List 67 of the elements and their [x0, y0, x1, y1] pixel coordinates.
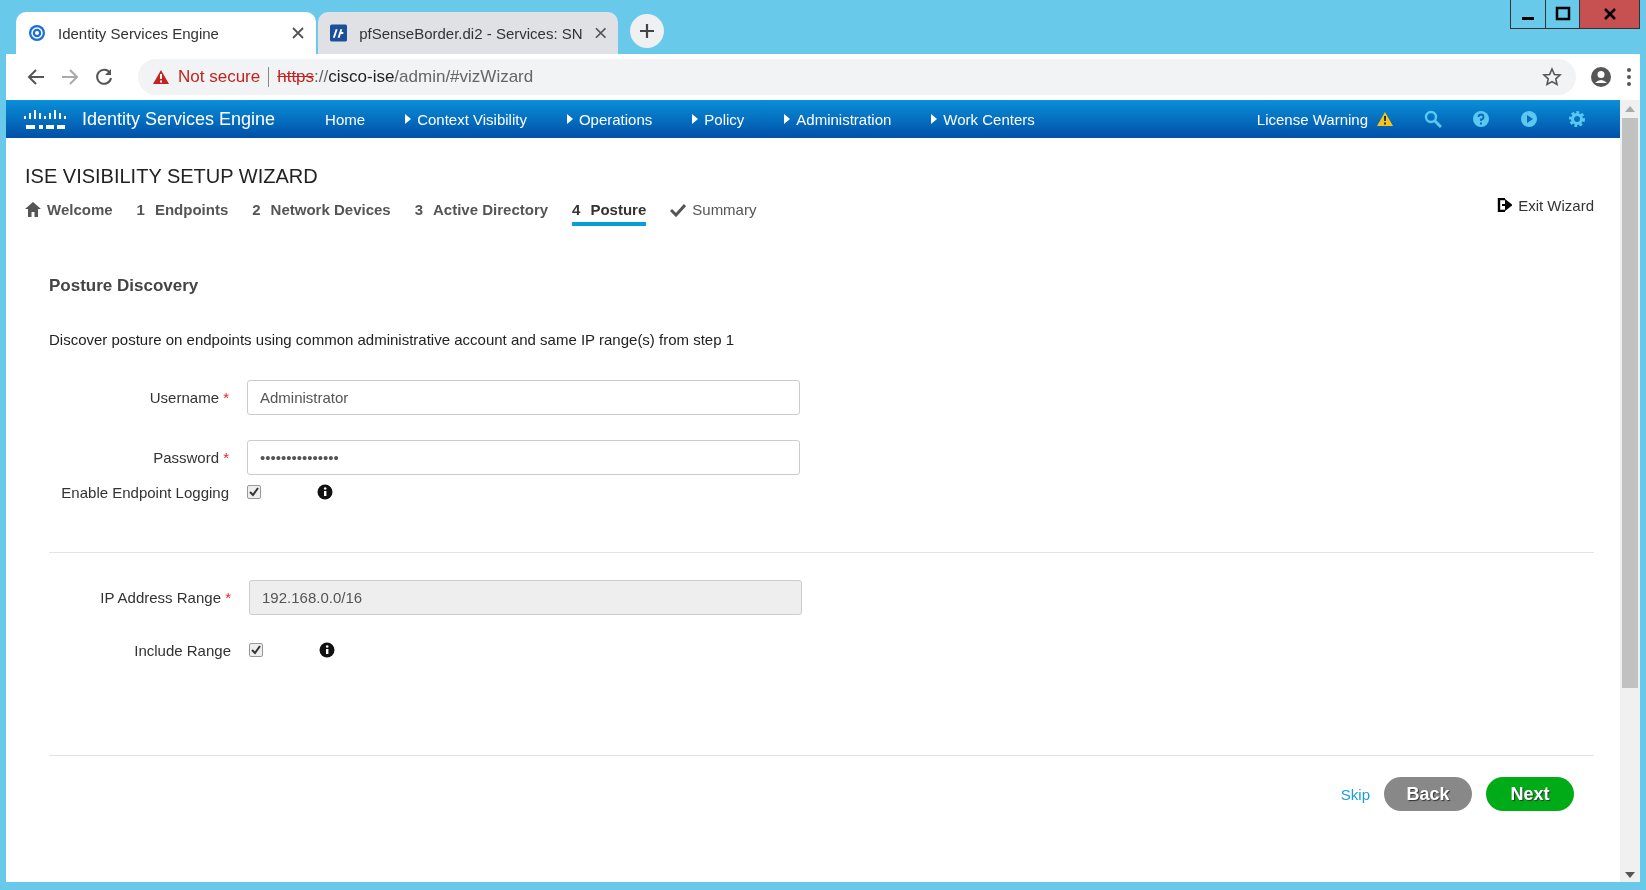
browser-tab[interactable]: Identity Services Engine — [16, 12, 316, 54]
description-text: Discover posture on endpoints using common administrative account and same IP range(s) from step 1 — [49, 331, 736, 348]
maximize-icon — [1554, 6, 1571, 22]
search-icon[interactable] — [1424, 110, 1442, 128]
close-icon[interactable] — [594, 27, 606, 39]
field-label: Enable Endpoint Logging — [60, 483, 229, 501]
new-tab-button[interactable] — [630, 14, 664, 48]
wizard-step[interactable]: 1 Endpoints — [136, 201, 229, 226]
close-icon — [1601, 6, 1618, 22]
warning-icon — [1376, 111, 1394, 127]
checkbox[interactable] — [249, 643, 263, 657]
caret-icon — [784, 114, 791, 124]
address-bar[interactable]: Not secure https://cisco-ise/admin/#vizWizard — [138, 59, 1576, 95]
more-icon[interactable] — [1626, 67, 1632, 87]
close-icon[interactable] — [292, 27, 304, 39]
nav-item[interactable]: Work Centers — [931, 110, 1035, 128]
wizard-step[interactable]: Welcome — [25, 201, 113, 226]
caret-icon — [405, 114, 412, 124]
product-title: Identity Services Engine — [82, 108, 276, 130]
help-icon[interactable] — [1472, 110, 1490, 128]
info-icon[interactable] — [317, 484, 333, 500]
nav-item[interactable]: Operations — [566, 110, 653, 128]
input-field[interactable]: Administrator — [247, 380, 800, 415]
scroll-down-icon[interactable] — [1625, 872, 1635, 878]
star-icon[interactable] — [1542, 67, 1562, 87]
play-icon[interactable] — [1520, 110, 1538, 128]
nav-item[interactable]: Policy — [692, 110, 745, 128]
check-icon — [670, 202, 687, 217]
caret-icon — [566, 114, 573, 124]
browser-tab[interactable]: pfSenseBorder.di2 - Services: SN — [318, 12, 618, 54]
exit-icon — [1497, 198, 1513, 212]
globe-icon — [28, 24, 46, 42]
account-icon[interactable] — [1590, 66, 1612, 88]
nav-item[interactable]: Home — [325, 110, 366, 128]
url-text: https://cisco-ise/admin/#vizWizard — [277, 67, 534, 87]
home-icon — [25, 202, 41, 217]
close-button[interactable] — [1579, 0, 1639, 28]
nav-item[interactable]: Context Visibility — [405, 110, 527, 128]
wizard-step[interactable]: Summary — [670, 201, 757, 226]
field-label: Include Range — [133, 641, 231, 659]
field-label: Username * — [148, 389, 229, 406]
settings-icon[interactable] — [1568, 110, 1586, 128]
security-label[interactable]: Not secure — [178, 67, 261, 87]
reload-icon[interactable] — [94, 67, 114, 87]
field-label: IP Address Range * — [99, 589, 231, 606]
exit-wizard-link[interactable]: Exit Wizard — [1497, 195, 1594, 215]
section-title: Posture Discovery — [49, 276, 200, 296]
wizard-step[interactable]: 3 Active Directory — [414, 201, 549, 226]
scrollbar[interactable] — [1620, 100, 1640, 882]
app-icon — [330, 24, 348, 42]
wizard-step[interactable]: 2 Network Devices — [252, 201, 391, 226]
nav-item[interactable]: Administration — [784, 110, 892, 128]
back-button[interactable]: Back — [1384, 777, 1472, 811]
plus-icon — [639, 23, 655, 39]
field-label: Password * — [152, 449, 229, 466]
minimize-icon — [1522, 16, 1534, 20]
warning-icon — [152, 69, 170, 85]
license-warning[interactable]: License Warning — [1256, 110, 1394, 128]
input-field[interactable]: ••••••••••••••• — [247, 440, 800, 475]
wizard-title: ISE VISIBILITY SETUP WIZARD — [25, 165, 319, 188]
caret-icon — [692, 114, 699, 124]
checkbox[interactable] — [247, 485, 261, 499]
caret-icon — [931, 114, 938, 124]
info-icon[interactable] — [319, 642, 335, 658]
back-icon[interactable] — [26, 67, 46, 87]
wizard-step[interactable]: 4 Posture — [572, 201, 647, 226]
scroll-thumb[interactable] — [1622, 118, 1638, 688]
